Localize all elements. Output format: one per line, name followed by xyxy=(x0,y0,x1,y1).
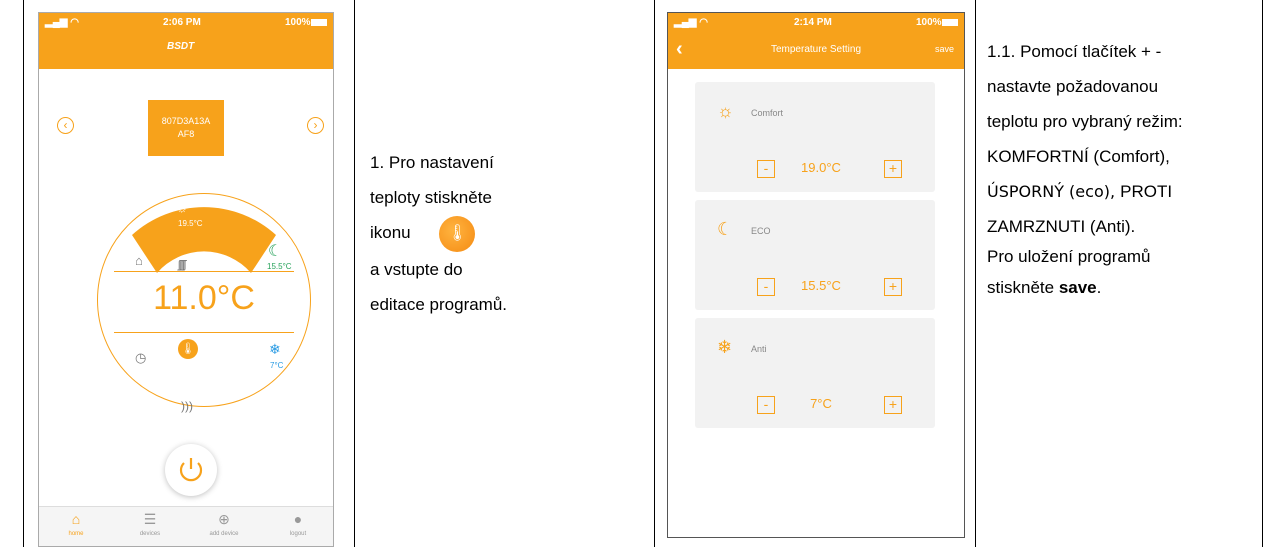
current-temp: 11.0°C xyxy=(153,279,255,317)
device-id-line2: AF8 xyxy=(177,129,195,139)
instruction-1: 1. Pro nastavení teploty stiskněte ikonu… xyxy=(370,145,507,322)
comfort-card: ☼ Comfort - 19.0°C + xyxy=(695,82,935,192)
signal-icon: ▂▄▆ ◠ xyxy=(45,17,79,28)
snowflake-icon[interactable]: ❄ xyxy=(269,341,281,358)
save-keyword: save xyxy=(1058,278,1097,297)
tab-home[interactable]: ⌂ home xyxy=(39,507,113,546)
battery-label: 100% xyxy=(285,17,311,28)
nav-bar: ‹ Temperature Setting save xyxy=(668,33,964,69)
mode-name: Anti xyxy=(751,344,767,354)
increase-button[interactable]: + xyxy=(884,396,902,414)
instruction-line: KOMFORTNÍ (Comfort), xyxy=(987,147,1170,166)
list-icon: ☰ xyxy=(143,511,157,527)
column-divider xyxy=(975,0,976,547)
battery-icon xyxy=(311,19,327,26)
increase-button[interactable]: + xyxy=(884,278,902,296)
instruction-line: Pro uložení programů xyxy=(987,247,1151,266)
mode-name: ECO xyxy=(751,226,771,236)
tab-label: add device xyxy=(209,531,239,537)
column-divider xyxy=(654,0,655,547)
app-header: BSDT xyxy=(39,33,333,69)
sun-icon: ☼ xyxy=(717,101,734,121)
instruction-line: 1.1. Pomocí tlačítek + - xyxy=(987,42,1162,61)
power-icon xyxy=(179,458,203,482)
tab-label: home xyxy=(68,531,84,537)
heating-icon: ʃʃʃʃʃ xyxy=(178,259,186,271)
snowflake-icon: ❄ xyxy=(717,337,733,357)
battery-label: 100% xyxy=(916,17,942,28)
column-divider xyxy=(354,0,355,547)
tab-bar: ⌂ home ☰ devices ⊕ add device ● logout xyxy=(39,506,333,546)
tab-logout[interactable]: ● logout xyxy=(261,507,333,546)
instruction-line: stiskněte save. xyxy=(987,270,1262,305)
increase-button[interactable]: + xyxy=(884,160,902,178)
moon-icon[interactable]: ☾ xyxy=(268,241,282,261)
clock-icon[interactable]: ◷ xyxy=(135,350,146,366)
device-id-line1: 807D3A13A xyxy=(161,116,211,126)
plus-circle-icon: ⊕ xyxy=(218,511,230,527)
tab-label: devices xyxy=(139,531,161,537)
device-id-badge[interactable]: 807D3A13A AF8 xyxy=(148,100,224,156)
status-bar: ▂▄▆ ◠ 2:06 PM 100% xyxy=(39,13,333,33)
prev-device-button[interactable]: ‹ xyxy=(57,117,74,134)
brand-logo: BSDT xyxy=(167,41,195,52)
instruction-text: . xyxy=(1096,278,1102,297)
mode-name: Comfort xyxy=(751,108,784,118)
thermometer-icon[interactable]: 🌡 xyxy=(178,339,198,359)
save-button[interactable]: save xyxy=(935,44,954,54)
instruction-text: stiskněte xyxy=(987,278,1059,297)
home-icon: ⌂ xyxy=(71,511,81,527)
eco-value: 15.5°C xyxy=(801,278,841,293)
instruction-2: 1.1. Pomocí tlačítek + - nastavte požado… xyxy=(987,34,1262,305)
wifi-icon[interactable]: ))) xyxy=(181,399,193,413)
instruction-line: ikonu 🌡 xyxy=(370,215,507,252)
instruction-line: ÚSPORNÝ (eco), PROTI xyxy=(987,174,1262,209)
instruction-line: editace programů. xyxy=(370,294,508,314)
anti-card: ❄ Anti - 7°C + xyxy=(695,318,935,428)
screen-title: Temperature Setting xyxy=(770,44,862,55)
eco-temp: 15.5°C xyxy=(267,262,292,271)
instruction-line: nastavte požadovanou xyxy=(987,77,1159,96)
eco-card: ☾ ECO - 15.5°C + xyxy=(695,200,935,310)
tab-devices[interactable]: ☰ devices xyxy=(113,507,187,546)
tab-add-device[interactable]: ⊕ add device xyxy=(187,507,261,546)
instruction-line: teplotu pro vybraný režim: xyxy=(987,112,1183,131)
status-time: 2:06 PM xyxy=(163,17,201,28)
battery-icon xyxy=(942,19,958,26)
status-bar: ▂▄▆ ◠ 2:14 PM 100% xyxy=(668,13,964,33)
user-icon: ● xyxy=(293,511,303,527)
instruction-line: 1. Pro nastavení xyxy=(370,153,494,172)
instruction-text: ÚSPORNÝ (eco), xyxy=(987,182,1121,201)
instruction-line: ZAMRZNUTI (Anti). xyxy=(987,217,1136,236)
signal-icon: ▂▄▆ ◠ xyxy=(674,17,708,28)
comfort-value: 19.0°C xyxy=(801,160,841,175)
thermometer-icon: 🌡 xyxy=(439,215,476,252)
instruction-text: PROTI xyxy=(1120,182,1173,201)
temperature-setting-screen: ▂▄▆ ◠ 2:14 PM 100% ‹ Temperature Setting… xyxy=(667,12,965,538)
instruction-line: a vstupte do xyxy=(370,259,463,279)
home-mode-icon[interactable]: ⌂ xyxy=(135,253,143,268)
tab-label: logout xyxy=(289,531,307,537)
comfort-temp: 19.5°C xyxy=(178,219,203,228)
sun-icon: ☼ xyxy=(176,200,188,215)
moon-icon: ☾ xyxy=(717,219,734,239)
home-screen: ▂▄▆ ◠ 2:06 PM 100% BSDT ‹ 807D3A13A AF8 … xyxy=(38,12,334,547)
status-time: 2:14 PM xyxy=(794,17,832,28)
next-device-button[interactable]: › xyxy=(307,117,324,134)
anti-value: 7°C xyxy=(810,396,832,411)
instruction-line: teploty stiskněte xyxy=(370,188,492,207)
anti-temp: 7°C xyxy=(270,361,284,370)
power-button[interactable] xyxy=(165,444,217,496)
instruction-text: ikonu xyxy=(370,223,411,242)
